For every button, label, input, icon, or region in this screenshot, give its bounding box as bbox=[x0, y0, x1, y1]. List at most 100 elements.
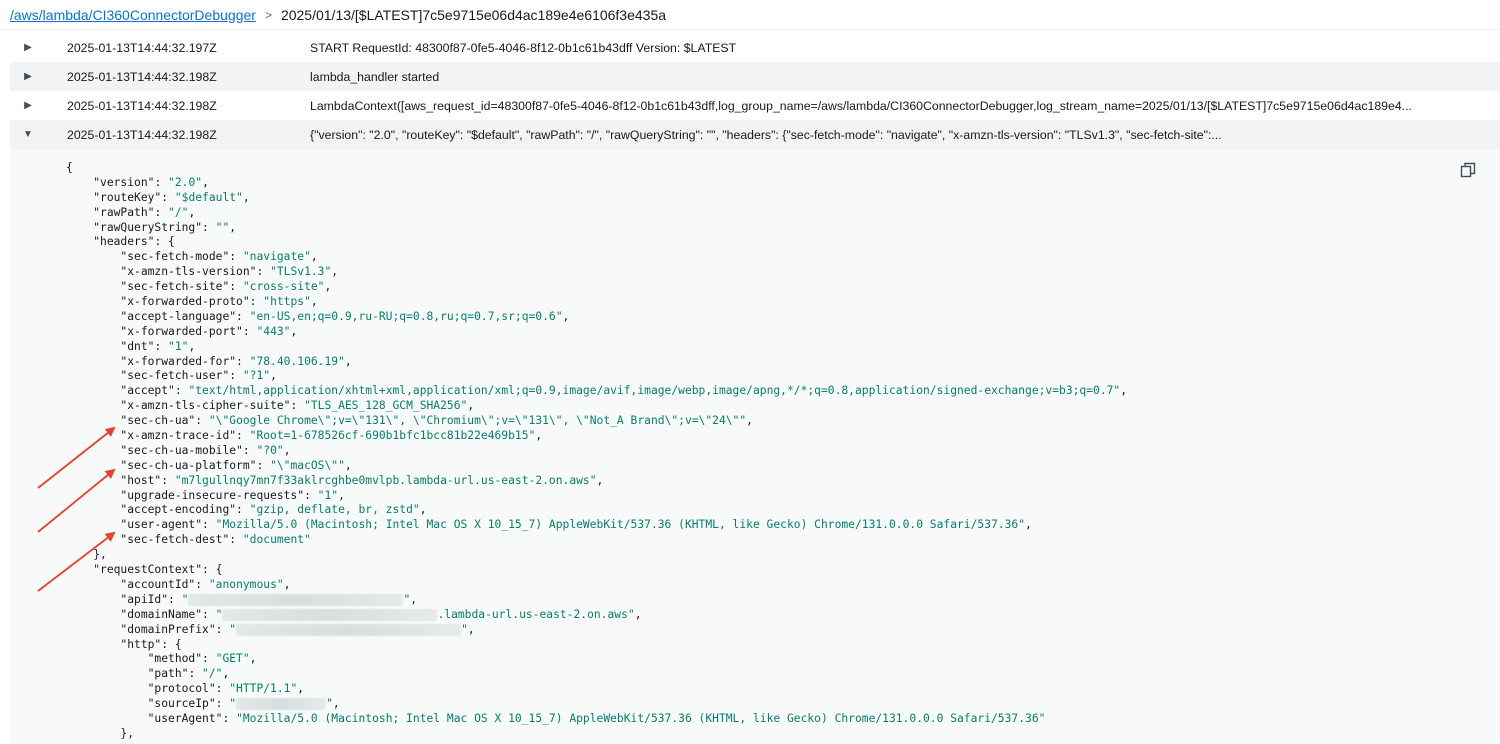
json-key: "domainPrefix" bbox=[120, 622, 216, 636]
log-event-row[interactable]: ▶ 2025-01-13T14:44:32.197Z START Request… bbox=[10, 33, 1500, 62]
json-key: "rawPath" bbox=[93, 205, 155, 219]
json-punctuation: , bbox=[324, 280, 332, 294]
json-string-value: "Mozilla/5.0 (Macintosh; Intel Mac OS X … bbox=[215, 518, 1026, 532]
json-key: "host" bbox=[120, 473, 162, 487]
json-string-value: "\"macOS\"" bbox=[270, 458, 345, 472]
json-punctuation: , bbox=[410, 592, 418, 606]
json-string-value: "/" bbox=[168, 205, 189, 219]
json-line: "x-amzn-trace-id": "Root=1-678526cf-690b… bbox=[120, 429, 543, 443]
json-open-brace: { bbox=[168, 235, 175, 249]
expand-caret-icon[interactable]: ▶ bbox=[10, 71, 48, 82]
collapse-caret-icon[interactable]: ▼ bbox=[10, 129, 48, 140]
json-string-value: " bbox=[181, 592, 189, 606]
json-punctuation: , bbox=[467, 622, 475, 636]
json-punctuation: , bbox=[242, 190, 250, 204]
json-line: "host": "m7lgullnqy7mn7f33aklrcghbe0mvlp… bbox=[120, 473, 604, 487]
json-line: "headers": { bbox=[93, 235, 175, 249]
expand-caret-icon[interactable]: ▶ bbox=[10, 100, 48, 111]
json-string-value: "GET" bbox=[215, 652, 250, 666]
json-punctuation: , bbox=[344, 354, 352, 368]
json-string-value: " bbox=[215, 607, 223, 621]
json-punctuation: , bbox=[1025, 518, 1032, 532]
json-key: "sec-fetch-mode" bbox=[120, 250, 230, 264]
json-key: "sec-fetch-dest" bbox=[120, 533, 230, 547]
json-key: "x-forwarded-port" bbox=[120, 324, 243, 338]
json-line: "x-amzn-tls-version": "TLSv1.3", bbox=[120, 265, 339, 279]
json-line: "x-forwarded-proto": "https", bbox=[120, 295, 318, 309]
json-open-brace: { bbox=[66, 161, 73, 174]
json-string-value: "Mozilla/5.0 (Macintosh; Intel Mac OS X … bbox=[236, 711, 1046, 725]
expanded-log-detail: { "version": "2.0", "routeKey": "$defaul… bbox=[10, 149, 1500, 744]
json-string-value: "text/html,application/xhtml+xml,applica… bbox=[188, 384, 1121, 398]
json-punctuation: , bbox=[297, 682, 305, 696]
json-line: "domainName": " .lambda-url.us-east-2.on.… bbox=[120, 607, 642, 621]
json-punctuation: , bbox=[562, 309, 570, 323]
json-key: "sec-ch-ua" bbox=[120, 414, 196, 428]
json-string-value: "/" bbox=[202, 667, 223, 681]
json-string-value: "1" bbox=[168, 339, 189, 353]
json-line: "sourceIp": " ", bbox=[147, 697, 340, 711]
json-key: "http" bbox=[120, 637, 162, 651]
json-string-value: "$default" bbox=[174, 190, 243, 204]
json-line: "upgrade-insecure-requests": "1", bbox=[120, 488, 345, 502]
breadcrumb-log-group-link[interactable]: /aws/lambda/CI360ConnectorDebugger bbox=[10, 7, 256, 23]
json-punctuation: , bbox=[188, 339, 196, 353]
json-punctuation: }, bbox=[93, 548, 107, 562]
json-line: "sec-fetch-mode": "navigate", bbox=[120, 250, 318, 264]
log-event-row[interactable]: ▶ 2025-01-13T14:44:32.198Z LambdaContext… bbox=[10, 91, 1500, 120]
json-key: "user-agent" bbox=[120, 518, 203, 532]
json-key: "sec-ch-ua-mobile" bbox=[120, 443, 243, 457]
json-key: "accountId" bbox=[120, 577, 196, 591]
json-line: "sec-ch-ua-mobile": "?0", bbox=[120, 443, 291, 457]
json-key: "accept-encoding" bbox=[120, 503, 237, 517]
json-line: "sec-fetch-site": "cross-site", bbox=[120, 280, 332, 294]
json-key: "dnt" bbox=[120, 339, 155, 353]
json-punctuation: , bbox=[202, 175, 209, 189]
json-key: "sourceIp" bbox=[147, 697, 216, 711]
json-line: "sec-ch-ua": "\"Google Chrome\";v=\"131\… bbox=[120, 414, 753, 428]
json-string-value: "Root=1-678526cf-690b1bfc1bcc81b22e469b1… bbox=[249, 429, 536, 443]
redacted-value bbox=[222, 608, 438, 621]
json-string-value: " bbox=[229, 697, 237, 711]
json-string-value: "" bbox=[215, 220, 230, 234]
json-key: "version" bbox=[93, 175, 155, 189]
json-punctuation: , bbox=[310, 250, 318, 264]
json-line: "rawPath": "/", bbox=[93, 205, 196, 219]
json-punctuation: , bbox=[331, 265, 339, 279]
json-key: "apiId" bbox=[120, 592, 169, 606]
json-line: "domainPrefix": " ", bbox=[120, 622, 475, 636]
json-key: "sec-fetch-user" bbox=[120, 369, 230, 383]
json-string-value: "HTTP/1.1" bbox=[229, 682, 298, 696]
log-event-row-expanded[interactable]: ▼ 2025-01-13T14:44:32.198Z {"version": "… bbox=[10, 120, 1500, 149]
redacted-value bbox=[236, 698, 327, 711]
json-string-value: "anonymous" bbox=[208, 577, 284, 591]
json-punctuation: , bbox=[419, 503, 427, 517]
json-string-value: "\"Google Chrome\";v=\"131\", \"Chromium… bbox=[208, 414, 747, 428]
json-key: "domainName" bbox=[120, 607, 203, 621]
json-punctuation: , bbox=[222, 667, 230, 681]
json-punctuation: , bbox=[596, 473, 604, 487]
expand-caret-icon[interactable]: ▶ bbox=[10, 42, 48, 53]
json-punctuation: , bbox=[535, 429, 543, 443]
copy-icon[interactable] bbox=[1460, 162, 1476, 178]
json-string-value: "document" bbox=[242, 533, 311, 547]
json-string-value: "navigate" bbox=[242, 250, 311, 264]
json-punctuation: , bbox=[746, 414, 753, 428]
json-string-value: "78.40.106.19" bbox=[249, 354, 345, 368]
json-key: "requestContext" bbox=[93, 563, 203, 577]
json-line: "routeKey": "$default", bbox=[93, 190, 250, 204]
json-punctuation: }, bbox=[120, 726, 135, 740]
log-event-timestamp: 2025-01-13T14:44:32.198Z bbox=[67, 98, 217, 113]
log-event-row[interactable]: ▶ 2025-01-13T14:44:32.198Z lambda_handle… bbox=[10, 62, 1500, 91]
json-line: "user-agent": "Mozilla/5.0 (Macintosh; I… bbox=[120, 518, 1032, 532]
json-key: "sec-ch-ua-platform" bbox=[120, 458, 257, 472]
json-punctuation: , bbox=[283, 577, 291, 591]
json-string-value-end: " bbox=[461, 622, 468, 636]
redacted-value bbox=[236, 623, 462, 636]
json-string-value: "en-US,en;q=0.9,ru-RU;q=0.8,ru;q=0.7,sr;… bbox=[249, 309, 563, 323]
json-line: "rawQueryString": "", bbox=[93, 220, 237, 234]
json-line: "requestContext": { bbox=[93, 563, 223, 577]
json-open-brace: { bbox=[174, 637, 182, 651]
json-string-value: "gzip, deflate, br, zstd" bbox=[249, 503, 420, 517]
json-punctuation: , bbox=[310, 295, 318, 309]
